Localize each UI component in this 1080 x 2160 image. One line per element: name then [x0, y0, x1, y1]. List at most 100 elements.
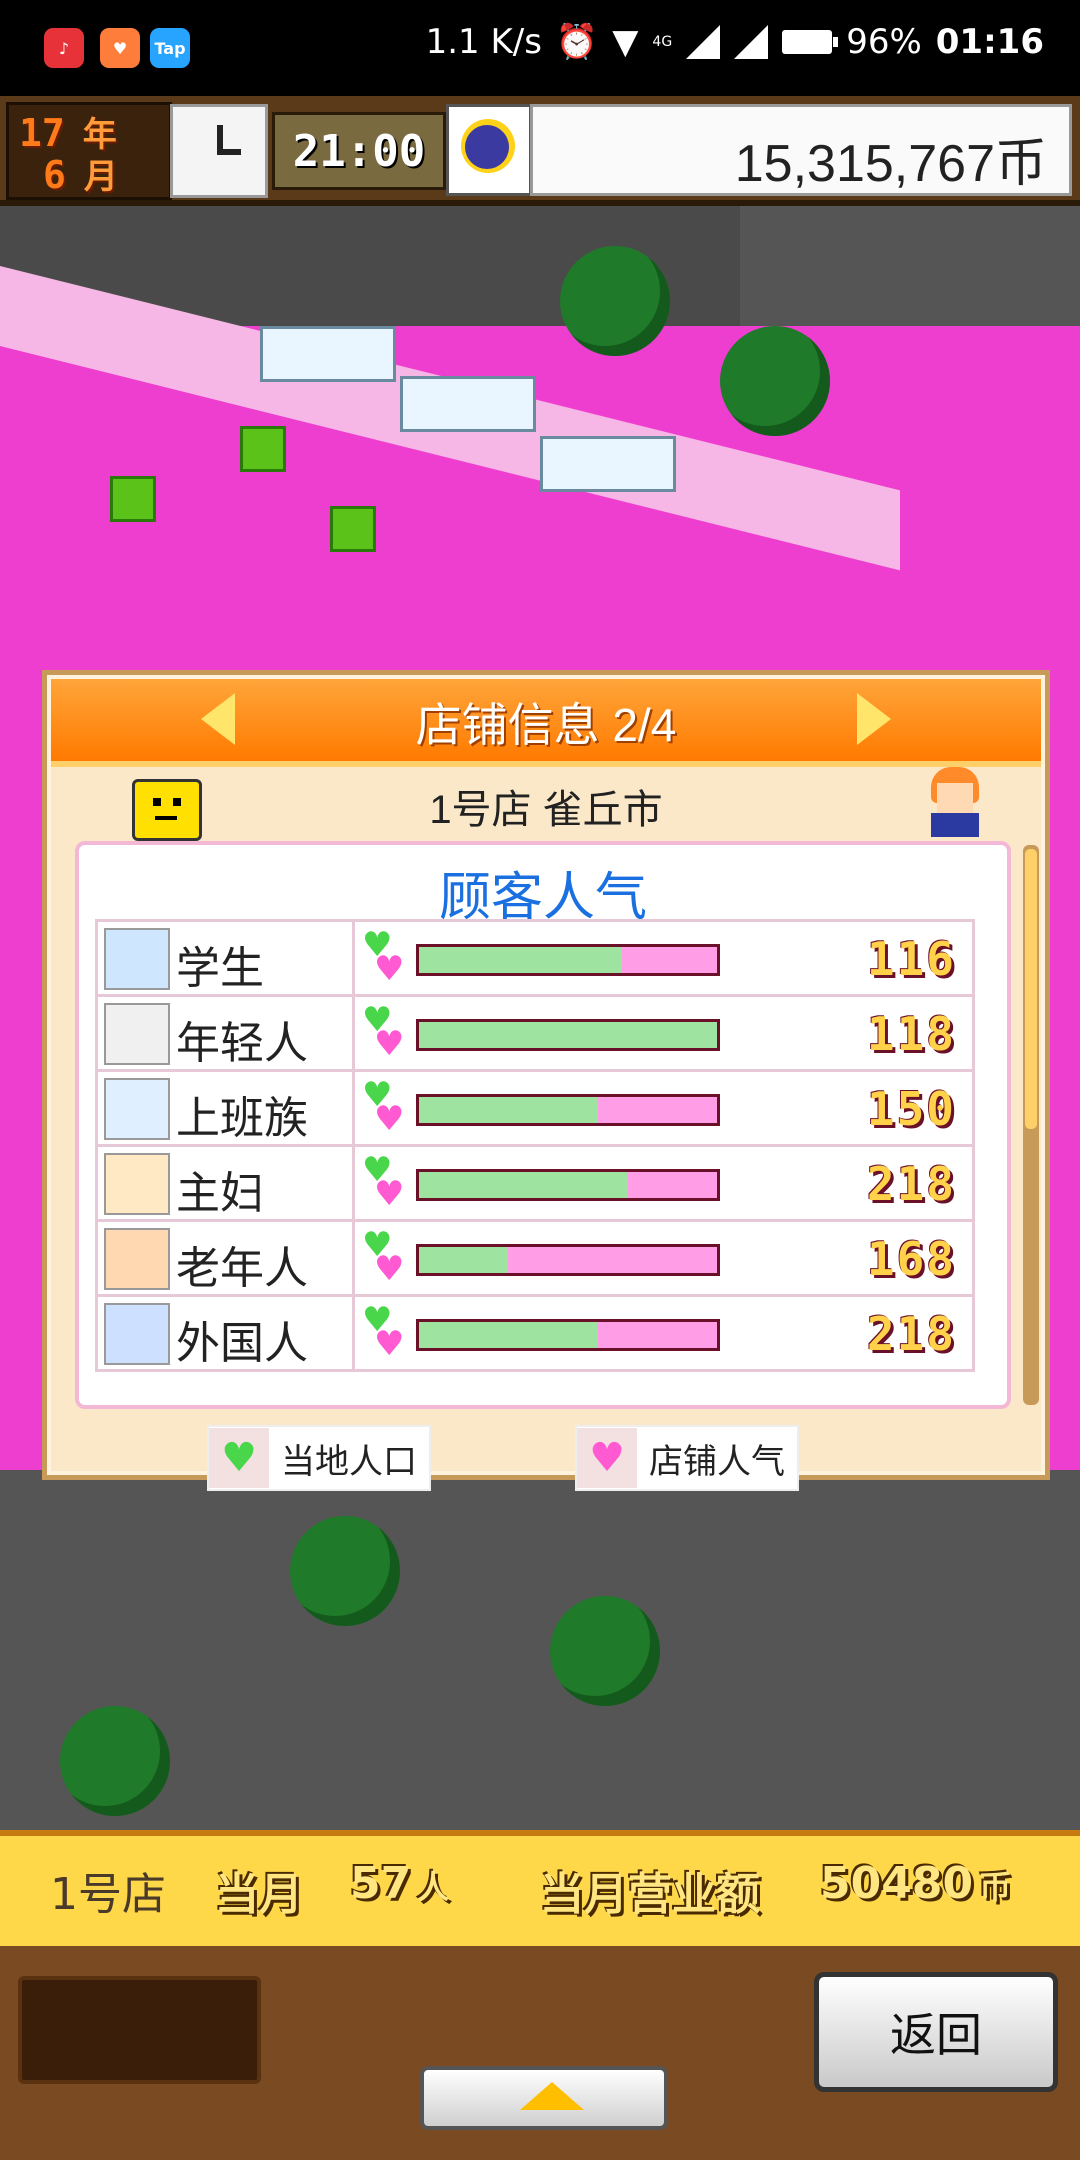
month-value: 6: [43, 153, 66, 197]
hearts-icon: ♥ ♥: [362, 1150, 405, 1214]
hearts-icon: ♥ ♥: [362, 925, 405, 989]
hearts-icon: ♥ ♥: [362, 1075, 405, 1139]
pink-heart-icon: ♥: [577, 1428, 637, 1488]
summary-month-label: 当月: [215, 1869, 303, 1920]
row-value: 218: [866, 1157, 956, 1211]
hearts-icon: ♥ ♥: [362, 1000, 405, 1064]
shoe-icon: [104, 1003, 170, 1065]
row-label: 外国人: [176, 1319, 308, 1368]
legend-local-label: 当地人口: [281, 1442, 417, 1481]
popularity-bar: [416, 1019, 720, 1051]
popularity-row: 年轻人 ♥ ♥ 118: [95, 997, 975, 1072]
tap-app-icon: Tap: [150, 28, 190, 68]
up-arrow-icon: [520, 2082, 584, 2110]
row-value: 118: [866, 1007, 956, 1061]
local-population-fill: [419, 1322, 598, 1348]
green-chair: [330, 506, 376, 552]
game-time: 21:00: [272, 112, 446, 190]
local-population-fill: [419, 1097, 598, 1123]
empty-slot-panel: [18, 1976, 261, 2084]
legend-store-popularity: ♥ 店铺人气: [575, 1425, 799, 1491]
popularity-row: 主妇 ♥ ♥ 218: [95, 1147, 975, 1222]
green-chair: [110, 476, 156, 522]
popularity-bar: [416, 1244, 720, 1276]
legend-local-population: ♥ 当地人口: [207, 1425, 431, 1491]
popularity-bar: [416, 944, 720, 976]
tree: [560, 246, 670, 356]
scrollbar[interactable]: [1023, 845, 1039, 1405]
scroll-thumb[interactable]: [1025, 849, 1037, 1129]
expand-menu-button[interactable]: [420, 2066, 668, 2130]
store-info-dialog: 店铺信息 2/4 1号店 雀丘市 顾客人气 学生 ♥ ♥ 116 年轻人 ♥ ♥ 118 上班族…: [42, 670, 1050, 1491]
row-label: 主妇: [176, 1169, 264, 1218]
tree: [290, 1516, 400, 1626]
wifi-icon: ▼: [612, 22, 639, 62]
store-name: 1号店 雀丘市: [429, 788, 663, 832]
tree: [550, 1596, 660, 1706]
status-right: 1.1 K/s ⏰ ▼ 4G 96% 01:16: [426, 22, 1044, 62]
battery-percent: 96%: [846, 22, 922, 62]
row-label: 上班族: [176, 1094, 308, 1143]
row-label: 学生: [176, 944, 264, 993]
battery-icon: [782, 30, 839, 54]
signal-icon: [686, 25, 721, 59]
tree: [60, 1706, 170, 1816]
clock-icon: [170, 104, 268, 198]
school-icon: [104, 928, 170, 990]
local-population-fill: [419, 1172, 628, 1198]
popularity-panel: 顾客人气 学生 ♥ ♥ 116 年轻人 ♥ ♥ 118 上班族 ♥ ♥ 150 主妇 ♥ ♥ 218 老年人 ♥ ♥…: [75, 841, 1011, 1409]
staff-avatar-icon: [925, 767, 985, 837]
row-value: 116: [866, 932, 956, 986]
office-building-icon: [104, 1078, 170, 1140]
status-bar: netease♪ heart♥ Tap 1.1 K/s ⏰ ▼ 4G 96% 0…: [0, 0, 1080, 96]
local-population-fill: [419, 947, 622, 973]
netease-app-icon: netease♪: [44, 28, 84, 68]
popularity-row: 外国人 ♥ ♥ 218: [95, 1297, 975, 1372]
popularity-row: 上班族 ♥ ♥ 150: [95, 1072, 975, 1147]
row-label: 年轻人: [176, 1019, 308, 1068]
game-top-bar: 17 年 6月 21:00 15,315,767币: [0, 96, 1080, 206]
heart-app-icon: heart♥: [100, 28, 140, 68]
airplane-icon: [104, 1303, 170, 1365]
bottom-controls: 返回: [0, 1946, 1080, 2160]
hearts-icon: ♥ ♥: [362, 1225, 405, 1289]
date-display: 17 年 6月: [6, 102, 172, 200]
money-display: 15,315,767币: [530, 104, 1072, 196]
month-unit: 月: [83, 158, 118, 196]
maple-leaf-icon: [104, 1228, 170, 1290]
popularity-row: 老年人 ♥ ♥ 168: [95, 1222, 975, 1297]
money-value: 15,315,767币: [734, 135, 1047, 193]
house-icon: [104, 1153, 170, 1215]
signal-icon-2: [734, 25, 769, 59]
row-label: 老年人: [176, 1244, 308, 1293]
hearts-icon: ♥ ♥: [362, 1300, 405, 1364]
popularity-bar: [416, 1169, 720, 1201]
counter-table: [540, 436, 676, 492]
network-speed: 1.1 K/s: [425, 22, 542, 62]
back-button[interactable]: 返回: [814, 1972, 1058, 2092]
moon-icon: [446, 104, 532, 196]
local-population-fill: [419, 1247, 509, 1273]
tree: [720, 326, 830, 436]
dialog-title: 店铺信息 2/4: [415, 699, 677, 751]
popularity-bar: [416, 1094, 720, 1126]
signal-label: 4G: [652, 34, 673, 50]
dialog-header: 店铺信息 2/4: [51, 679, 1041, 767]
summary-customers: 57 人: [350, 1858, 450, 1909]
alarm-icon: ⏰: [555, 22, 599, 62]
summary-sales-label: 当月营业额: [540, 1869, 760, 1920]
row-value: 218: [866, 1307, 956, 1361]
green-chair: [240, 426, 286, 472]
summary-sales: 50480 币: [820, 1858, 1012, 1909]
legend-popularity-label: 店铺人气: [649, 1442, 785, 1481]
next-page-button[interactable]: [857, 693, 891, 745]
green-heart-icon: ♥: [209, 1428, 269, 1488]
row-value: 150: [866, 1082, 956, 1136]
clock-time: 01:16: [935, 22, 1044, 62]
counter-table: [400, 376, 536, 432]
summary-store: 1号店: [50, 1869, 166, 1920]
popularity-rows: 学生 ♥ ♥ 116 年轻人 ♥ ♥ 118 上班族 ♥ ♥ 150 主妇 ♥ ♥ 218 老年人 ♥ ♥ 168 外国…: [95, 919, 975, 1372]
store-summary-bar: 1号店 当月 57 人 当月营业额 50480 币: [0, 1830, 1080, 1952]
counter-table: [260, 326, 396, 382]
popularity-row: 学生 ♥ ♥ 116: [95, 919, 975, 997]
